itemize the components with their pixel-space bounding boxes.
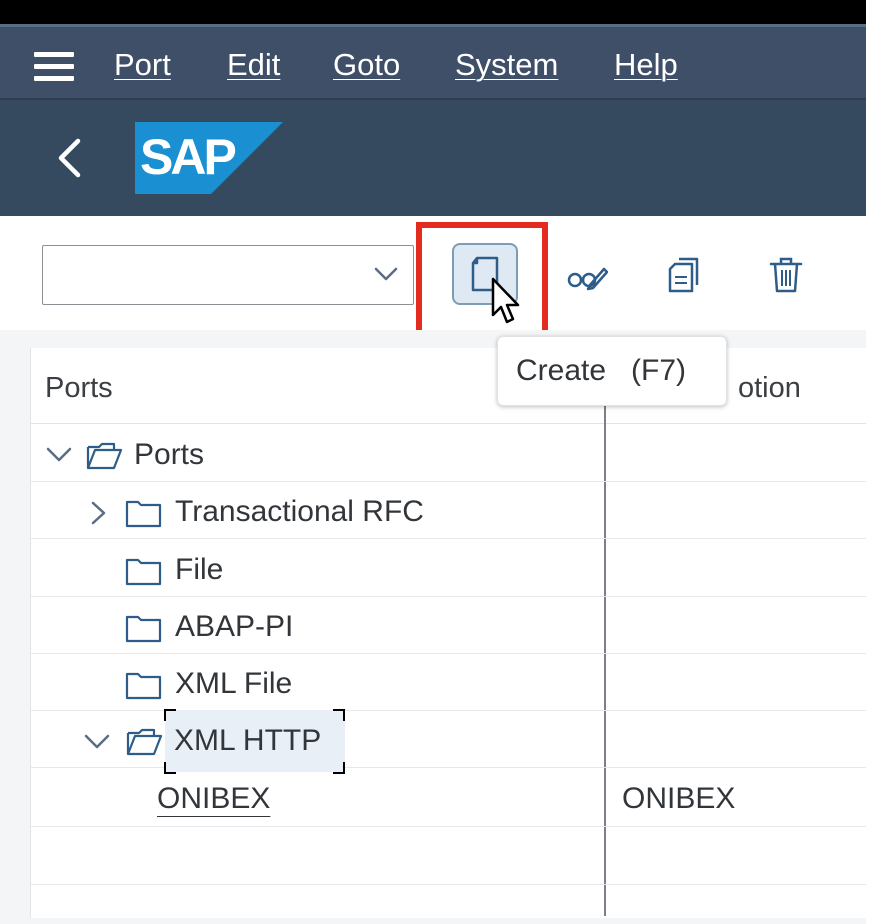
folder-icon	[125, 500, 162, 528]
column-header-description[interactable]: otion	[738, 372, 801, 405]
expand-chevron-right-icon[interactable]	[88, 501, 108, 525]
tree-label-file[interactable]: File	[175, 553, 223, 587]
port-description-onibex: ONIBEX	[622, 782, 736, 815]
delete-button[interactable]	[756, 245, 816, 305]
table-row-empty	[30, 828, 866, 885]
right-edge-strip	[866, 0, 884, 924]
tree-row-onibex[interactable]	[30, 770, 866, 827]
tree-label-abap-pi[interactable]: ABAP-PI	[175, 610, 293, 644]
open-folder-icon	[126, 728, 163, 756]
table-header: Ports otion	[30, 348, 866, 424]
change-button[interactable]	[556, 245, 616, 305]
folder-icon	[125, 615, 162, 643]
menu-goto[interactable]: Goto	[333, 47, 400, 83]
port-link-onibex[interactable]: ONIBEX	[157, 782, 270, 816]
top-black-strip	[0, 0, 866, 24]
tooltip-text: Create (F7)	[516, 354, 687, 387]
trash-icon	[769, 257, 803, 293]
sap-logo: SAP	[135, 122, 283, 194]
folder-icon	[125, 672, 162, 700]
variant-dropdown[interactable]	[42, 245, 414, 305]
menu-edit[interactable]: Edit	[227, 47, 280, 83]
column-header-ports[interactable]: Ports	[45, 372, 113, 405]
tree-label-ports[interactable]: Ports	[134, 438, 204, 472]
copy-button[interactable]	[654, 245, 714, 305]
menu-port[interactable]: Port	[114, 47, 171, 83]
folder-icon	[125, 558, 162, 586]
highlight-annotation-box	[416, 222, 548, 340]
sap-logo-text: SAP	[140, 129, 235, 185]
mouse-cursor-icon	[491, 277, 520, 324]
expand-chevron-down-icon[interactable]	[84, 732, 110, 752]
shell-bar	[0, 100, 866, 216]
tree-label-transactional-rfc[interactable]: Transactional RFC	[175, 495, 424, 529]
hamburger-menu-icon[interactable]	[34, 52, 74, 82]
create-tooltip: Create (F7)	[497, 336, 727, 406]
back-icon[interactable]	[56, 138, 82, 178]
copy-icon	[668, 257, 699, 293]
menu-help[interactable]: Help	[614, 47, 678, 83]
open-folder-icon	[86, 442, 123, 470]
menu-system[interactable]: System	[455, 47, 558, 83]
focus-bracket	[164, 709, 176, 721]
tree-label-xml-http[interactable]: XML HTTP	[174, 724, 321, 758]
expand-chevron-down-icon[interactable]	[46, 445, 72, 465]
menu-bar: Port Edit Goto System Help	[0, 24, 866, 100]
chevron-down-icon	[374, 267, 398, 281]
tree-label-xml-file[interactable]: XML File	[175, 667, 292, 701]
focus-bracket	[333, 709, 345, 721]
glasses-pencil-icon	[567, 267, 608, 291]
